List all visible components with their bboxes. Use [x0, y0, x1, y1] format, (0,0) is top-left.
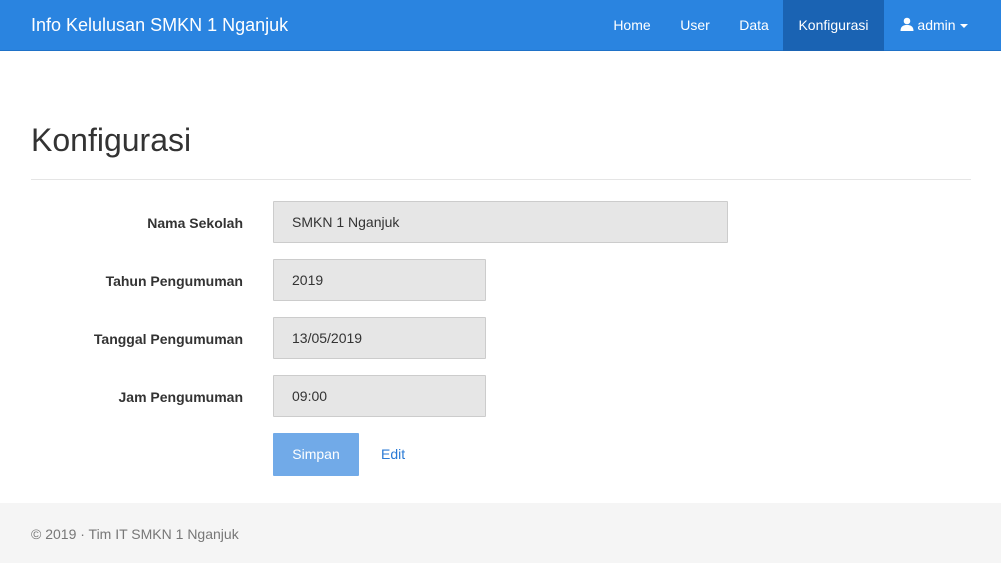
brand-title[interactable]: Info Kelulusan SMKN 1 Nganjuk: [31, 0, 288, 51]
footer-text: © 2019 · Tim IT SMKN 1 Nganjuk: [31, 526, 239, 542]
nama-sekolah-label: Nama Sekolah: [147, 215, 243, 231]
nav-item-konfigurasi[interactable]: Konfigurasi: [783, 0, 884, 51]
user-menu-dropdown[interactable]: admin: [884, 0, 984, 51]
nav-item-home[interactable]: Home: [599, 0, 665, 51]
jam-pengumuman-label: Jam Pengumuman: [118, 389, 243, 405]
tanggal-pengumuman-label: Tanggal Pengumuman: [93, 331, 243, 347]
tahun-pengumuman-field[interactable]: 2019: [273, 259, 486, 301]
tanggal-pengumuman-field[interactable]: 13/05/2019: [273, 317, 486, 359]
nama-sekolah-field[interactable]: SMKN 1 Nganjuk: [273, 201, 728, 243]
user-menu-label: admin: [917, 17, 956, 33]
footer: © 2019 · Tim IT SMKN 1 Nganjuk: [0, 503, 1001, 563]
nav-item-data[interactable]: Data: [725, 0, 783, 51]
page-title: Konfigurasi: [31, 122, 192, 158]
nav-item-user[interactable]: User: [666, 0, 724, 51]
edit-link[interactable]: Edit: [381, 433, 405, 476]
user-icon: [900, 17, 914, 31]
title-divider: [31, 179, 971, 180]
tahun-pengumuman-label: Tahun Pengumuman: [105, 273, 243, 289]
save-button[interactable]: Simpan: [273, 433, 359, 476]
jam-pengumuman-field[interactable]: 09:00: [273, 375, 486, 417]
navbar: Info Kelulusan SMKN 1 Nganjuk Home User …: [0, 0, 1001, 51]
chevron-down-icon: [959, 24, 968, 29]
